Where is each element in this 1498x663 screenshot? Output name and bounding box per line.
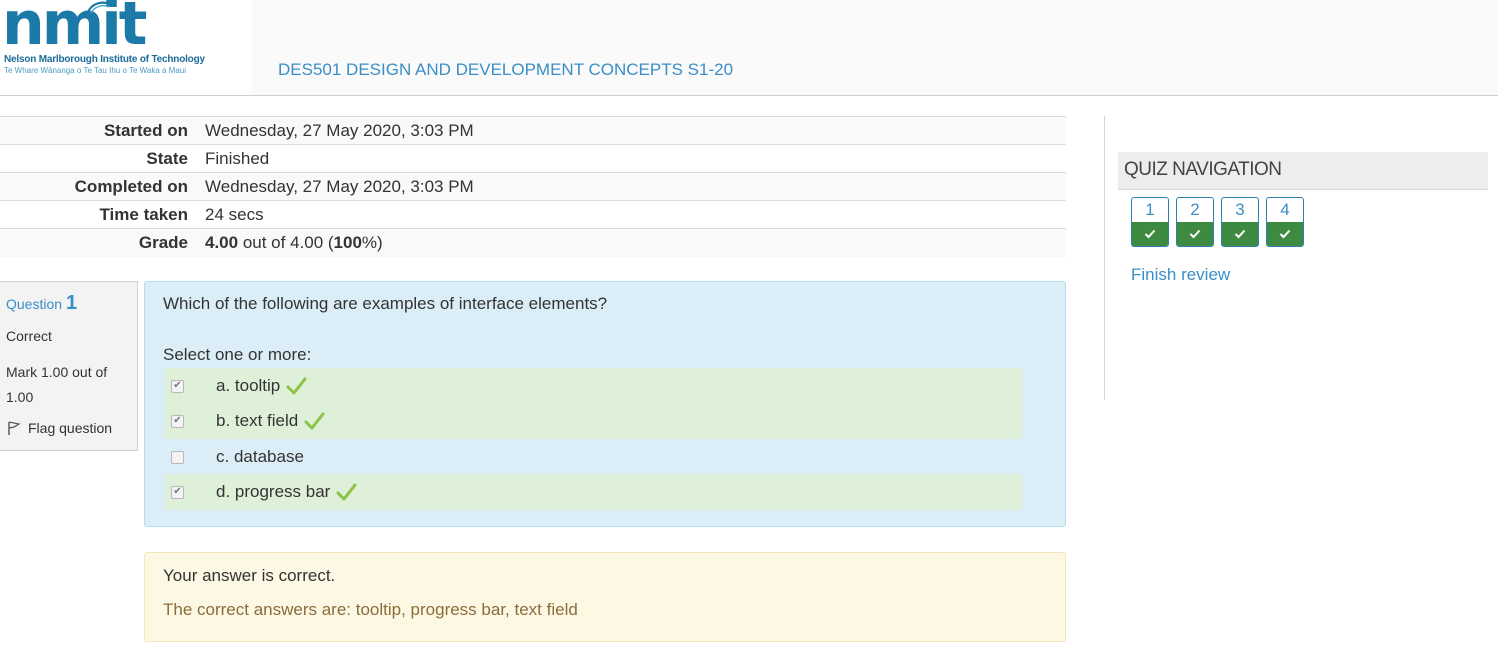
feedback-right-answer: The correct answers are: tooltip, progre…: [163, 600, 578, 619]
summary-value: Finished: [205, 148, 270, 168]
summary-value: Wednesday, 27 May 2020, 3:03 PM: [205, 120, 474, 140]
summary-row-state: State Finished: [0, 144, 1066, 173]
quiz-nav-state-correct: [1222, 222, 1258, 246]
answer-option-d[interactable]: ✔ d. progress bar: [165, 474, 1022, 510]
question-info-panel: Question 1 Correct Mark 1.00 out of 1.00…: [0, 281, 138, 451]
answer-checkbox[interactable]: [171, 450, 184, 464]
grade-score: 4.00: [205, 232, 239, 252]
correct-tick-icon: [304, 412, 325, 430]
summary-row-started: Started on Wednesday, 27 May 2020, 3:03 …: [0, 116, 1066, 145]
quiz-nav-button-1[interactable]: 1: [1131, 197, 1169, 247]
question-prompt: Select one or more:: [163, 345, 312, 364]
summary-row-grade: Grade 4.00 out of 4.00 (100%): [0, 228, 1066, 257]
question-state: Correct: [6, 328, 52, 344]
quiz-summary-table: Started on Wednesday, 27 May 2020, 3:03 …: [0, 116, 1066, 257]
check-icon: [1279, 229, 1291, 239]
check-icon: [1234, 229, 1246, 239]
answer-label: a. tooltip: [216, 376, 281, 395]
check-icon: [1189, 229, 1201, 239]
page-header: nmit Nelson Marlborough Institute of Tec…: [0, 0, 1498, 96]
answer-label: b. text field: [216, 411, 299, 430]
logo-wordmark: nmit: [2, 0, 147, 59]
logo-maori-name: Te Whare Wānanga o Te Tau Ihu o Te Waka …: [4, 66, 187, 75]
summary-label: Completed on: [74, 176, 188, 196]
summary-label: State: [146, 148, 188, 168]
quiz-nav-button-2[interactable]: 2: [1176, 197, 1214, 247]
summary-row-time-taken: Time taken 24 secs: [0, 200, 1066, 229]
summary-row-completed: Completed on Wednesday, 27 May 2020, 3:0…: [0, 172, 1066, 201]
flag-question-button[interactable]: Flag question: [6, 420, 112, 436]
summary-label: Time taken: [99, 204, 188, 224]
feedback-general: Your answer is correct.: [163, 566, 336, 585]
finish-review-link[interactable]: Finish review: [1131, 265, 1230, 285]
quiz-nav-number: 4: [1280, 200, 1290, 219]
quiz-navigation-title: QUIZ NAVIGATION: [1124, 159, 1282, 180]
question-mark: Mark 1.00 out of 1.00: [6, 364, 108, 405]
quiz-navigation-header: QUIZ NAVIGATION: [1118, 152, 1488, 190]
nmit-logo[interactable]: nmit Nelson Marlborough Institute of Tec…: [0, 0, 252, 95]
grade-suffix: %): [361, 232, 383, 252]
correct-tick-icon: [336, 483, 357, 501]
answer-option-a[interactable]: ✔ a. tooltip: [165, 368, 1022, 404]
quiz-nav-state-correct: [1177, 222, 1213, 246]
question-number-label: Question: [6, 296, 66, 312]
summary-label: Grade: [138, 232, 188, 252]
quiz-nav-number: 1: [1145, 200, 1155, 219]
quiz-nav-state-correct: [1267, 222, 1303, 246]
quiz-nav-state-correct: [1132, 222, 1168, 246]
summary-value: Wednesday, 27 May 2020, 3:03 PM: [205, 176, 474, 196]
answer-label: c. database: [216, 447, 304, 466]
answer-checkbox[interactable]: ✔: [171, 414, 184, 428]
question-text: Which of the following are examples of i…: [163, 294, 608, 313]
grade-percent: 100: [333, 232, 362, 252]
answer-checkbox[interactable]: ✔: [171, 379, 184, 393]
quiz-nav-number: 2: [1190, 200, 1200, 219]
question-number: Question 1: [6, 292, 77, 315]
question-content: Which of the following are examples of i…: [144, 281, 1066, 527]
quiz-nav-number: 3: [1235, 200, 1245, 219]
column-divider: [1104, 116, 1105, 400]
answer-option-c[interactable]: c. database: [165, 439, 1022, 475]
course-breadcrumb-link[interactable]: DES501 DESIGN AND DEVELOPMENT CONCEPTS S…: [278, 60, 733, 80]
grade-out-of: out of 4.00 (: [238, 232, 334, 252]
check-icon: [1144, 229, 1156, 239]
question-number-value: 1: [65, 292, 78, 314]
answer-checkbox[interactable]: ✔: [171, 485, 184, 499]
summary-value: 24 secs: [205, 204, 264, 224]
answer-label: d. progress bar: [216, 482, 331, 501]
quiz-nav-button-3[interactable]: 3: [1221, 197, 1259, 247]
quiz-nav-button-4[interactable]: 4: [1266, 197, 1304, 247]
answer-option-b[interactable]: ✔ b. text field: [165, 403, 1022, 439]
grade-value: 4.00 out of 4.00 (100%): [196, 229, 1066, 257]
summary-label: Started on: [103, 120, 188, 140]
flag-question-label: Flag question: [28, 420, 113, 436]
question-feedback: Your answer is correct. The correct answ…: [144, 552, 1066, 642]
logo-swoosh-icon: [86, 1, 111, 14]
correct-tick-icon: [286, 377, 307, 395]
flag-icon: [8, 421, 21, 435]
logo-institute-name: Nelson Marlborough Institute of Technolo…: [4, 54, 205, 65]
